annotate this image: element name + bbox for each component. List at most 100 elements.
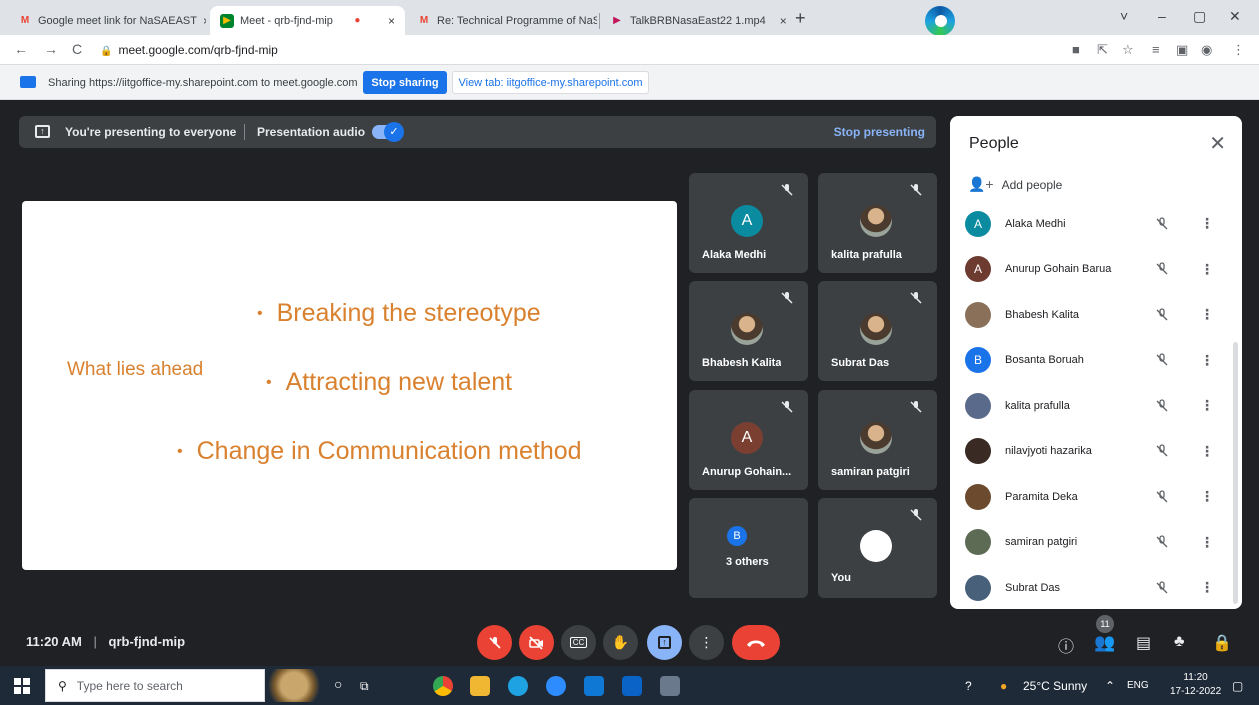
- participant-row[interactable]: nilavjyoti hazarika ⋮: [950, 429, 1242, 475]
- participant-tile[interactable]: A Anurup Gohain...: [689, 390, 808, 490]
- task-view-icon[interactable]: ⧉: [360, 679, 369, 694]
- more-vert-icon[interactable]: ⋮: [1200, 443, 1214, 460]
- forward-icon[interactable]: →: [44, 41, 58, 57]
- more-vert-icon[interactable]: ⋮: [1200, 534, 1214, 551]
- participant-row[interactable]: B Bosanta Boruah ⋮: [950, 338, 1242, 384]
- view-tab-button[interactable]: View tab: iitgoffice-my.sharepoint.com: [452, 71, 649, 94]
- help-icon[interactable]: ?: [965, 679, 972, 693]
- search-icon: ⚲: [58, 678, 67, 693]
- taskbar-search-box[interactable]: ⚲ Type here to search: [45, 669, 265, 702]
- mic-muted-icon: [909, 508, 923, 522]
- microphone-off-button[interactable]: [477, 625, 512, 660]
- mail-app-icon[interactable]: [622, 676, 642, 696]
- participant-row[interactable]: samiran patgiri ⋮: [950, 520, 1242, 566]
- people-icon[interactable]: 👥: [1094, 633, 1115, 653]
- more-vert-icon[interactable]: ⋮: [1200, 488, 1214, 505]
- chat-icon[interactable]: ▤: [1136, 633, 1151, 653]
- new-tab-button[interactable]: +: [795, 8, 806, 29]
- participant-row[interactable]: Paramita Deka ⋮: [950, 474, 1242, 520]
- more-options-button[interactable]: ⋮: [689, 625, 724, 660]
- tab-gmail-meet-link[interactable]: M Google meet link for NaSAEAST ×: [8, 6, 206, 35]
- stop-presenting-button[interactable]: Stop presenting: [834, 125, 925, 139]
- tab-close-button[interactable]: ×: [382, 14, 395, 28]
- stop-sharing-button[interactable]: Stop sharing: [363, 71, 447, 94]
- close-window-button[interactable]: ✕: [1229, 8, 1241, 25]
- tab-meet[interactable]: ▶ Meet - qrb-fjnd-mip ● ×: [210, 6, 405, 35]
- host-controls-icon[interactable]: 🔒: [1212, 633, 1232, 653]
- more-vert-icon[interactable]: ⋮: [1200, 306, 1214, 323]
- more-vert-icon[interactable]: ⋮: [1200, 397, 1214, 414]
- close-panel-button[interactable]: ✕: [1209, 131, 1226, 156]
- back-icon[interactable]: ←: [14, 41, 28, 57]
- participant-list-scrollbar[interactable]: [1233, 342, 1238, 604]
- minimize-button[interactable]: –: [1158, 8, 1166, 24]
- profile-avatar-icon[interactable]: ◉: [1201, 42, 1212, 58]
- language-indicator[interactable]: ENG: [1127, 680, 1149, 691]
- add-people-button[interactable]: 👤+ Add people: [968, 176, 1062, 193]
- bookmark-star-icon[interactable]: ☆: [1122, 42, 1134, 58]
- participant-tile[interactable]: kalita prafulla: [818, 173, 937, 273]
- meeting-details-icon[interactable]: ⓘ: [1058, 633, 1074, 657]
- participant-row[interactable]: A Alaka Medhi ⋮: [950, 201, 1242, 247]
- maximize-button[interactable]: ▢: [1193, 8, 1206, 25]
- tab-gmail-technical-programme[interactable]: M Re: Technical Programme of NaS ×: [407, 6, 597, 35]
- captions-button[interactable]: CC: [561, 625, 596, 660]
- cortana-icon[interactable]: ○: [334, 676, 342, 692]
- more-vert-icon[interactable]: ⋮: [1200, 579, 1214, 596]
- mic-muted-icon: [909, 400, 923, 414]
- participant-tile[interactable]: Subrat Das: [818, 281, 937, 381]
- mic-muted-icon[interactable]: [1155, 444, 1169, 458]
- participant-row[interactable]: Bhabesh Kalita ⋮: [950, 292, 1242, 338]
- mic-muted-icon[interactable]: [1155, 262, 1169, 276]
- browser-menu-icon[interactable]: ⋮: [1232, 42, 1245, 58]
- file-explorer-icon[interactable]: [470, 676, 490, 696]
- mic-muted-icon[interactable]: [1155, 490, 1169, 504]
- share-icon[interactable]: ⇱: [1097, 42, 1108, 58]
- taskbar-clock[interactable]: 11:20 17-12-2022: [1170, 671, 1221, 699]
- reload-icon[interactable]: C: [72, 41, 82, 57]
- camera-icon[interactable]: ■: [1072, 42, 1080, 57]
- mic-muted-icon[interactable]: [1155, 535, 1169, 549]
- gmail-icon: M: [419, 15, 429, 26]
- tab-search-icon[interactable]: ˅: [1120, 8, 1128, 24]
- mic-muted-icon[interactable]: [1155, 581, 1169, 595]
- activities-icon[interactable]: ♣: [1174, 633, 1185, 651]
- side-panel-icon[interactable]: ▣: [1176, 42, 1188, 58]
- participant-row[interactable]: kalita prafulla ⋮: [950, 383, 1242, 429]
- notifications-icon[interactable]: ▢: [1232, 679, 1243, 693]
- participant-tile[interactable]: B 3 others: [689, 498, 808, 598]
- tab-video[interactable]: ▶ TalkBRBNasaEast22 1.mp4 ×: [600, 6, 788, 35]
- participant-row[interactable]: A Anurup Gohain Barua ⋮: [950, 247, 1242, 293]
- hang-up-icon: [747, 640, 765, 647]
- reading-list-icon[interactable]: ≡: [1152, 42, 1160, 57]
- participant-tile[interactable]: samiran patgiri: [818, 390, 937, 490]
- more-vert-icon[interactable]: ⋮: [1200, 352, 1214, 369]
- presentation-audio-toggle[interactable]: [372, 122, 404, 142]
- participant-row[interactable]: Subrat Das ⋮: [950, 565, 1242, 609]
- raise-hand-button[interactable]: ✋: [603, 625, 638, 660]
- store-app-icon[interactable]: [584, 676, 604, 696]
- participant-tile[interactable]: Bhabesh Kalita: [689, 281, 808, 381]
- weather-text[interactable]: 25°C Sunny: [1023, 679, 1087, 693]
- more-vert-icon[interactable]: ⋮: [1200, 215, 1214, 232]
- participant-tile[interactable]: You: [818, 498, 937, 598]
- chrome-app-icon[interactable]: [433, 676, 453, 696]
- edge-app-icon[interactable]: [508, 676, 528, 696]
- mic-muted-icon[interactable]: [1155, 217, 1169, 231]
- tab-close-button[interactable]: ×: [197, 14, 206, 28]
- calculator-app-icon[interactable]: [660, 676, 680, 696]
- tab-close-button[interactable]: ×: [774, 14, 787, 28]
- zoom-app-icon[interactable]: [546, 676, 566, 696]
- tab-title: Re: Technical Programme of NaS: [437, 14, 597, 27]
- more-vert-icon[interactable]: ⋮: [1200, 261, 1214, 278]
- present-now-button[interactable]: ↑: [647, 625, 682, 660]
- participant-tile[interactable]: A Alaka Medhi: [689, 173, 808, 273]
- leave-call-button[interactable]: [732, 625, 780, 660]
- camera-off-button[interactable]: [519, 625, 554, 660]
- mic-muted-icon[interactable]: [1155, 399, 1169, 413]
- tray-expand-icon[interactable]: ⌃: [1105, 679, 1115, 693]
- mic-muted-icon[interactable]: [1155, 308, 1169, 322]
- url-field[interactable]: 🔒 meet.google.com/qrb-fjnd-mip: [100, 43, 278, 57]
- mic-muted-icon[interactable]: [1155, 353, 1169, 367]
- windows-start-icon[interactable]: [14, 678, 30, 694]
